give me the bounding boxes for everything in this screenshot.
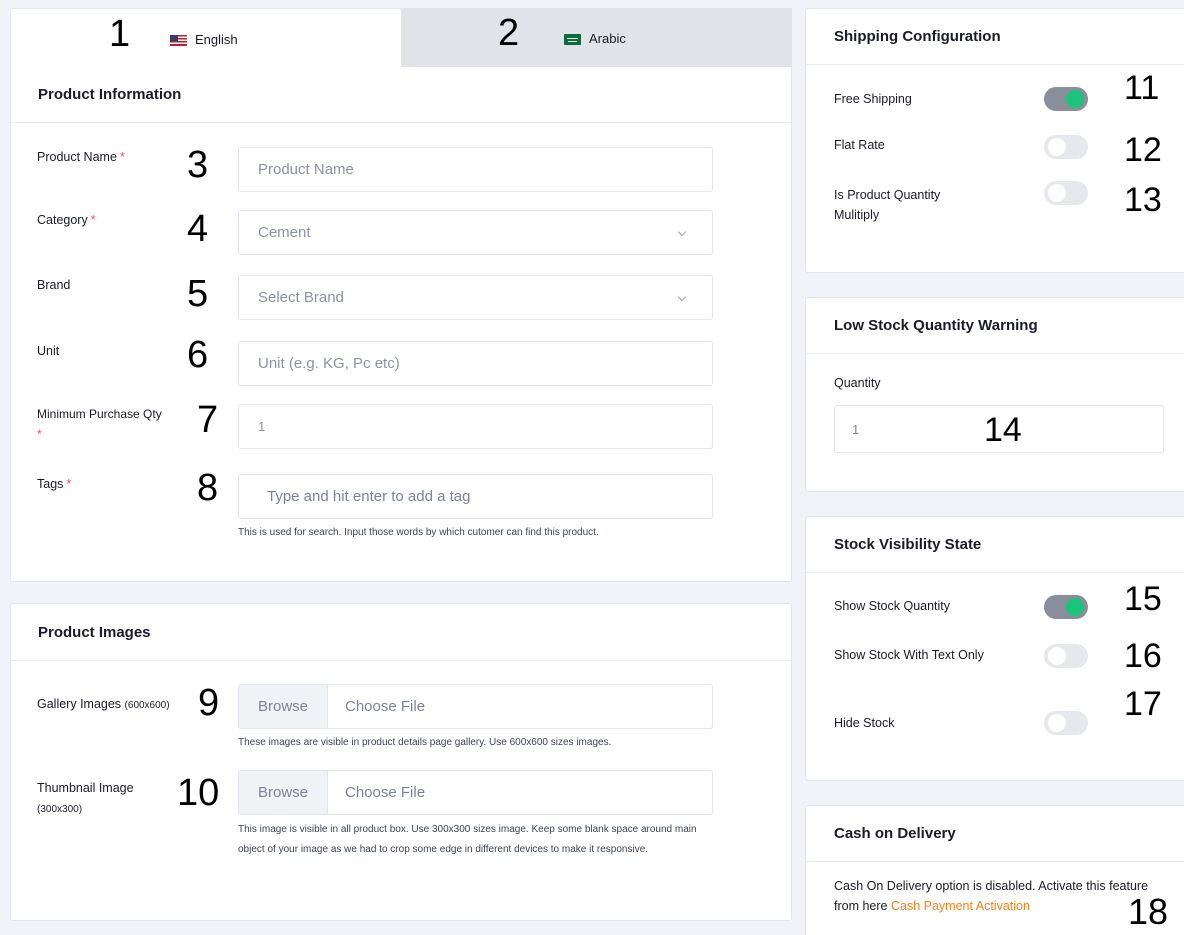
cash-on-delivery-card: Cash on Delivery Cash On Delivery option…: [805, 805, 1184, 935]
browse-button[interactable]: Browse: [239, 685, 328, 728]
field-label: Tags *: [37, 477, 72, 491]
field-label: Brand: [37, 278, 71, 292]
min-purchase-qty-row: Minimum Purchase Qty * 7 1: [37, 399, 717, 454]
toggle-label: Hide Stock: [834, 716, 895, 730]
card-title: Product Images: [11, 604, 791, 661]
language-tabs: 1 English 2 Arabic: [10, 8, 792, 67]
annotation-number: 6: [187, 334, 209, 376]
us-flag-icon: [170, 35, 187, 47]
sa-flag-icon: [564, 34, 581, 46]
unit-row: Unit 6 Unit (e.g. KG, Pc etc): [37, 336, 717, 387]
brand-select[interactable]: Select Brand: [238, 275, 713, 320]
category-row: Category * 4 Cement: [37, 210, 717, 256]
toggle-label: Flat Rate: [834, 138, 885, 152]
product-images-card: Product Images Gallery Images (600x600) …: [10, 603, 792, 921]
annotation-number: 5: [187, 273, 209, 315]
cod-message: Cash On Delivery option is disabled. Act…: [834, 879, 1149, 913]
annotation-number: 13: [1124, 181, 1162, 219]
quantity-multiply-toggle[interactable]: [1044, 181, 1088, 205]
product-name-input[interactable]: Product Name: [238, 147, 713, 192]
tab-number: 2: [498, 12, 520, 54]
free-shipping-toggle[interactable]: [1044, 87, 1088, 111]
toggle-label: Is Product Quantity Mulitiply: [834, 188, 941, 222]
annotation-number: 3: [187, 144, 209, 186]
annotation-number: 12: [1124, 131, 1162, 169]
tab-number: 1: [109, 13, 131, 55]
annotation-number: 7: [197, 399, 219, 441]
unit-input[interactable]: Unit (e.g. KG, Pc etc): [238, 341, 713, 386]
annotation-number: 18: [1128, 891, 1169, 932]
browse-button[interactable]: Browse: [239, 771, 328, 814]
flat-rate-toggle[interactable]: [1044, 135, 1088, 159]
annotation-number: 9: [198, 682, 220, 724]
gallery-images-row: Gallery Images (600x600) 9 Browse Choose…: [37, 684, 717, 764]
tab-label: Arabic: [589, 31, 626, 46]
annotation-number: 11: [1124, 69, 1160, 107]
field-label: Thumbnail Image (300x300): [37, 781, 134, 815]
show-stock-text-toggle[interactable]: [1044, 644, 1088, 668]
annotation-number: 15: [1124, 580, 1162, 618]
hide-stock-toggle[interactable]: [1044, 711, 1088, 735]
card-title: Product Information: [11, 67, 791, 123]
toggle-label: Show Stock With Text Only: [834, 648, 984, 662]
thumbnail-image-row: Thumbnail Image (300x300) 10 Browse Choos…: [37, 770, 717, 890]
field-label: Minimum Purchase Qty *: [37, 407, 162, 441]
brand-row: Brand 5 Select Brand: [37, 275, 717, 321]
card-title: Cash on Delivery: [806, 806, 1184, 862]
tags-hint: This is used for search. Input those wor…: [238, 527, 599, 538]
tab-label: English: [195, 32, 238, 47]
card-title: Low Stock Quantity Warning: [806, 298, 1184, 354]
toggle-label: Show Stock Quantity: [834, 599, 951, 613]
choose-file-label: Choose File: [345, 784, 426, 801]
field-label: Category *: [37, 213, 96, 227]
annotation-number: 14: [984, 411, 1022, 449]
annotation-number: 16: [1124, 637, 1162, 675]
field-label: Unit: [37, 344, 60, 358]
min-purchase-qty-input[interactable]: 1: [238, 404, 713, 449]
toggle-label: Free Shipping: [834, 92, 912, 106]
tab-arabic[interactable]: 2 Arabic: [402, 8, 792, 67]
field-label: Product Name *: [37, 150, 125, 164]
card-title: Stock Visibility State: [806, 517, 1184, 573]
product-name-row: Product Name * 3 Product Name: [37, 144, 717, 193]
gallery-file-input[interactable]: Browse Choose File: [238, 684, 713, 729]
tags-input[interactable]: Type and hit enter to add a tag: [238, 474, 713, 519]
category-select[interactable]: Cement: [238, 210, 713, 255]
shipping-configuration-card: Shipping Configuration Free Shipping 11 …: [805, 8, 1184, 273]
tab-english[interactable]: 1 English: [10, 8, 402, 67]
product-information-card: Product Information Product Name * 3 Prod…: [10, 67, 792, 582]
annotation-number: 10: [177, 772, 220, 814]
choose-file-label: Choose File: [345, 698, 426, 715]
thumbnail-hint: This image is visible in all product box…: [238, 824, 697, 855]
low-stock-warning-card: Low Stock Quantity Warning Quantity 1 14: [805, 297, 1184, 492]
field-label: Gallery Images (600x600): [37, 697, 170, 711]
card-title: Shipping Configuration: [806, 9, 1184, 65]
thumbnail-file-input[interactable]: Browse Choose File: [238, 770, 713, 815]
quantity-label: Quantity: [834, 376, 881, 390]
show-stock-quantity-toggle[interactable]: [1044, 595, 1088, 619]
gallery-hint: These images are visible in product deta…: [238, 737, 612, 748]
annotation-number: 4: [187, 208, 209, 250]
cash-payment-activation-link[interactable]: Cash Payment Activation: [891, 899, 1030, 913]
annotation-number: 17: [1124, 685, 1162, 723]
tags-row: Tags * 8 Type and hit enter to add a tag …: [37, 469, 717, 554]
annotation-number: 8: [197, 467, 219, 509]
stock-visibility-card: Stock Visibility State Show Stock Quanti…: [805, 516, 1184, 781]
